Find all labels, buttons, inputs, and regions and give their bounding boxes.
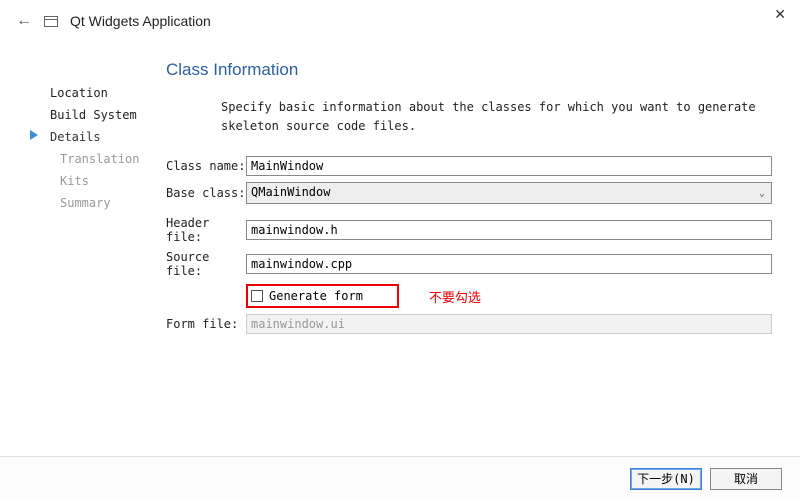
header-file-label: Header file: (166, 216, 246, 244)
base-class-label: Base class: (166, 186, 246, 200)
page-description: Specify basic information about the clas… (221, 98, 772, 136)
sidebar: Location Build System Details Translatio… (36, 40, 166, 438)
generate-form-label: Generate form (269, 289, 363, 303)
back-arrow-icon[interactable]: ← (16, 12, 32, 30)
base-class-select[interactable]: QMainWindow ⌄ (246, 182, 772, 204)
sidebar-item-kits: Kits (36, 170, 166, 192)
window-icon (44, 16, 58, 27)
cancel-button[interactable]: 取消 (710, 468, 782, 490)
page-heading: Class Information (166, 60, 772, 80)
chevron-down-icon: ⌄ (759, 188, 765, 199)
class-name-label: Class name: (166, 159, 246, 173)
generate-form-checkbox[interactable] (251, 290, 263, 302)
sidebar-item-translation: Translation (36, 148, 166, 170)
close-icon[interactable]: ✕ (774, 6, 786, 23)
base-class-value: QMainWindow (251, 185, 330, 199)
sidebar-item-build-system[interactable]: Build System (36, 104, 166, 126)
sidebar-item-summary: Summary (36, 192, 166, 214)
source-file-input[interactable] (246, 254, 772, 274)
header-file-input[interactable] (246, 220, 772, 240)
titlebar: ← Qt Widgets Application (0, 0, 800, 40)
window-title: Qt Widgets Application (70, 13, 211, 29)
footer: 下一步(N) 取消 (0, 456, 800, 500)
sidebar-item-location[interactable]: Location (36, 82, 166, 104)
source-file-label: Source file: (166, 250, 246, 278)
form-file-label: Form file: (166, 317, 246, 331)
sidebar-item-details[interactable]: Details (36, 126, 166, 148)
form-file-input (246, 314, 772, 334)
annotation-highlight: Generate form (246, 284, 399, 308)
next-button[interactable]: 下一步(N) (630, 468, 702, 490)
class-name-input[interactable] (246, 156, 772, 176)
annotation-text: 不要勾选 (429, 287, 481, 306)
main-panel: Class Information Specify basic informat… (166, 40, 780, 438)
